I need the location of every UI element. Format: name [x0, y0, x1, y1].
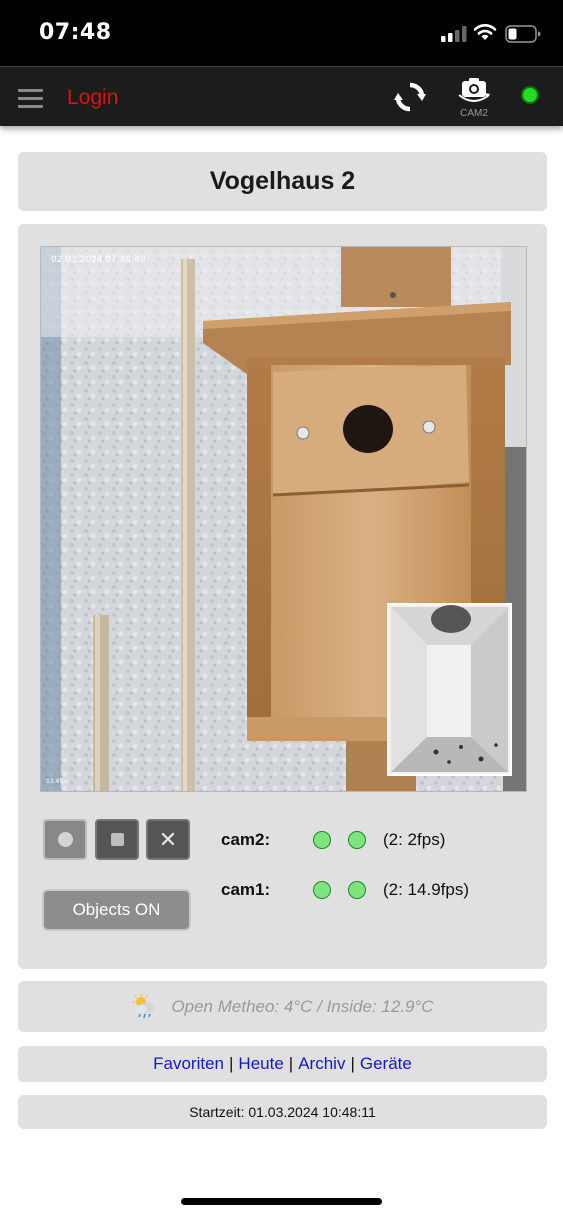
camera-status-row: cam2: (2: 2fps) — [221, 828, 521, 852]
app-header: Login CAM2 — [0, 66, 563, 126]
start-time-panel: Startzeit: 01.03.2024 10:48:11 — [18, 1095, 547, 1129]
camera-name: cam2: — [221, 830, 271, 849]
camera-timestamp-overlay: 02.03.2024 07:48:49 — [51, 255, 146, 265]
home-indicator[interactable] — [181, 1198, 382, 1205]
refresh-icon[interactable] — [393, 80, 427, 114]
link-archiv[interactable]: Archiv — [298, 1054, 345, 1074]
objects-toggle-button[interactable]: Objects ON — [42, 889, 191, 931]
links-panel: Favoriten | Heute | Archiv | Geräte — [18, 1046, 547, 1082]
camera-panel: 02.03.2024 07:48:49 13.4fps ✕ Objects ON… — [18, 224, 547, 969]
camera-switch-icon — [458, 78, 490, 102]
camera-stream[interactable]: 02.03.2024 07:48:49 13.4fps — [40, 246, 527, 792]
camera-image: 02.03.2024 07:48:49 13.4fps — [41, 247, 526, 791]
connection-status-dot — [521, 86, 539, 104]
close-button[interactable]: ✕ — [146, 819, 190, 860]
close-icon: ✕ — [158, 826, 178, 852]
camera-switch-button[interactable]: CAM2 — [452, 75, 496, 121]
record-button[interactable] — [43, 819, 87, 860]
clock: 07:48 — [39, 20, 112, 45]
link-geraete[interactable]: Geräte — [360, 1054, 412, 1074]
camera-switch-label: CAM2 — [460, 108, 488, 119]
cellular-signal-icon — [441, 26, 467, 42]
camera-fps: (2: 14.9fps) — [383, 880, 469, 899]
stop-button[interactable] — [95, 819, 139, 860]
title-panel: Vogelhaus 2 — [18, 152, 547, 211]
status-led — [348, 881, 366, 899]
camera-fps-overlay: 13.4fps — [46, 778, 68, 785]
battery-icon — [505, 25, 541, 43]
page-title: Vogelhaus 2 — [209, 167, 356, 195]
link-separator: | — [288, 1054, 294, 1073]
weather-text: Open Metheo: 4°C / Inside: 12.9°C — [171, 996, 434, 1016]
weather-panel: Open Metheo: 4°C / Inside: 12.9°C — [18, 981, 547, 1032]
record-icon — [57, 832, 73, 847]
hamburger-menu-icon[interactable] — [18, 89, 43, 108]
link-heute[interactable]: Heute — [238, 1054, 283, 1074]
link-separator: | — [229, 1054, 234, 1073]
login-link[interactable]: Login — [67, 86, 118, 110]
camera-name: cam1: — [221, 880, 271, 899]
camera-status-row: cam1: (2: 14.9fps) — [221, 878, 521, 902]
start-time-text: Startzeit: 01.03.2024 10:48:11 — [189, 1104, 376, 1120]
wifi-icon — [473, 24, 497, 40]
status-led — [313, 881, 331, 899]
stop-icon — [110, 833, 124, 846]
link-separator: | — [350, 1054, 355, 1073]
status-led — [313, 831, 331, 849]
system-status-bar: 07:48 — [0, 0, 563, 66]
cloud-sun-rain-icon — [133, 993, 155, 1018]
camera-fps: (2: 2fps) — [383, 830, 446, 849]
status-led — [348, 831, 366, 849]
link-favoriten[interactable]: Favoriten — [153, 1054, 224, 1074]
